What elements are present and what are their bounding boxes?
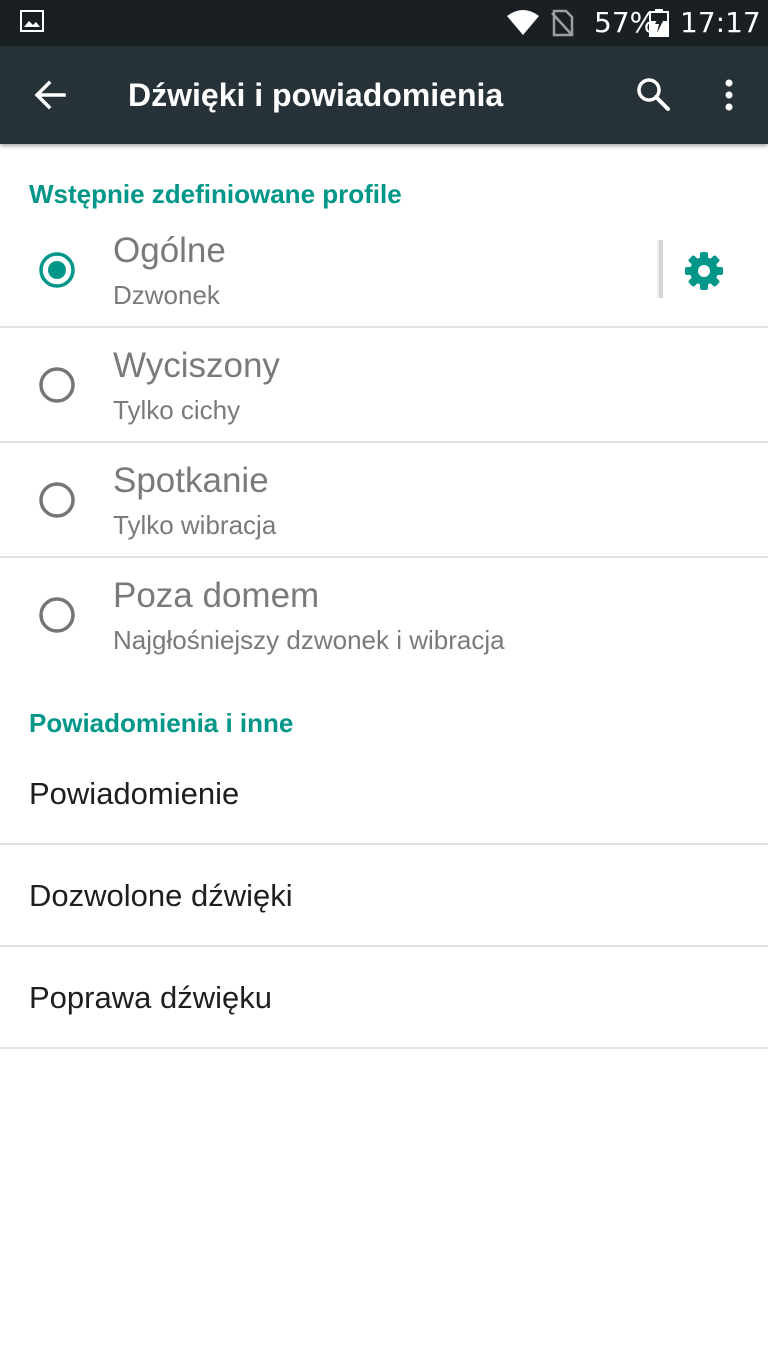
profile-item-ogolne[interactable]: Ogólne Dzwonek [0,213,768,328]
more-vert-icon[interactable] [714,73,744,117]
wifi-icon [507,10,539,35]
profile-title: Ogólne [113,231,226,270]
profile-subtitle: Tylko wibracja [113,510,277,540]
radio-unselected-icon[interactable] [36,479,78,521]
page-title: Dźwięki i powiadomienia [128,77,504,113]
vertical-separator [657,240,663,298]
profile-title: Wyciszony [113,346,280,385]
no-sim-icon [551,9,574,37]
profile-item-spotkanie[interactable]: Spotkanie Tylko wibracja [0,443,768,558]
profile-item-poza-domem[interactable]: Poza domem Najgłośniejszy dzwonek i wibr… [0,558,768,673]
pref-item-dozwolone-dzwieki[interactable]: Dozwolone dźwięki [0,845,768,945]
section-header-profiles: Wstępnie zdefiniowane profile [29,179,402,209]
pref-item-powiadomienie[interactable]: Powiadomienie [0,743,768,843]
profile-subtitle: Tylko cichy [113,395,241,425]
pref-item-poprawa-dzwieku[interactable]: Poprawa dźwięku [0,947,768,1047]
clock: 17:17 [680,6,761,39]
battery-charging-icon [649,9,669,37]
gear-icon[interactable] [683,250,725,292]
battery-percent: 57% [594,6,657,39]
section-header-notifications: Powiadomienia i inne [29,708,294,738]
divider [0,1047,768,1049]
radio-selected-icon[interactable] [36,249,78,291]
profile-subtitle: Najgłośniejszy dzwonek i wibracja [113,625,505,655]
app-bar: Dźwięki i powiadomienia [0,46,768,144]
search-icon[interactable] [632,73,676,117]
radio-unselected-icon[interactable] [36,364,78,406]
pref-label: Dozwolone dźwięki [29,878,293,913]
pref-label: Poprawa dźwięku [29,980,272,1015]
status-bar: 57% 17:17 [0,0,768,46]
image-icon [20,10,44,32]
profile-title: Spotkanie [113,461,269,500]
back-arrow-icon[interactable] [30,75,70,115]
radio-unselected-icon[interactable] [36,594,78,636]
profile-title: Poza domem [113,576,320,615]
profile-item-wyciszony[interactable]: Wyciszony Tylko cichy [0,328,768,443]
profile-subtitle: Dzwonek [113,280,220,310]
pref-label: Powiadomienie [29,776,240,811]
